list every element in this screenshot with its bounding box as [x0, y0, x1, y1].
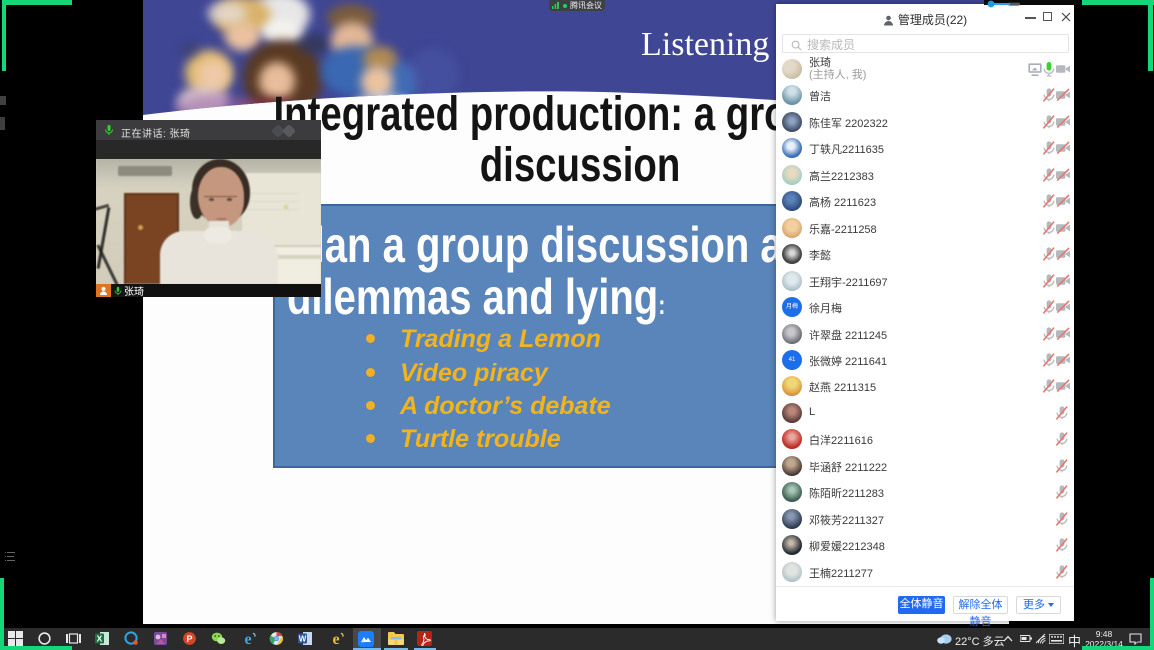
svg-text:W: W	[299, 635, 307, 644]
svg-text:P: P	[186, 634, 192, 644]
svg-text:X: X	[97, 634, 103, 644]
svg-text:e: e	[332, 631, 339, 647]
svg-text:e: e	[244, 631, 251, 647]
